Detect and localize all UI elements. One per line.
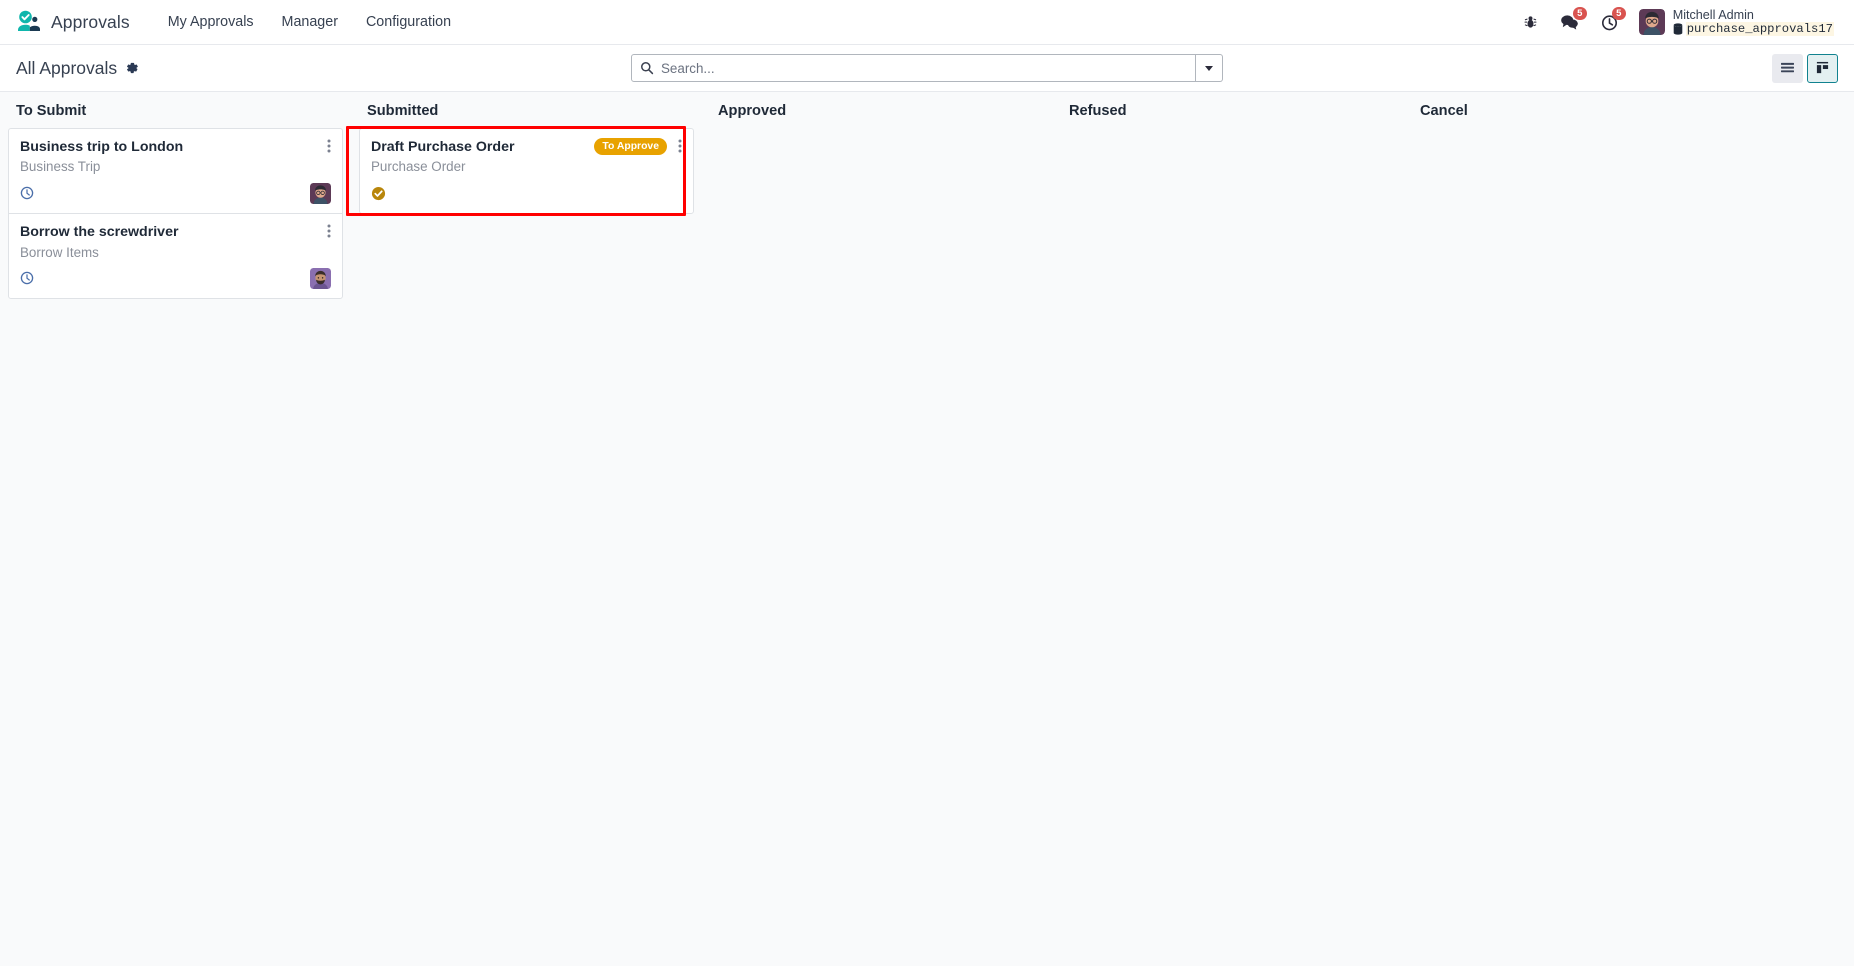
nav-item-my-approvals[interactable]: My Approvals <box>154 8 268 36</box>
view-switcher <box>1772 53 1838 83</box>
card-title: Draft Purchase Order <box>371 139 515 155</box>
database-icon <box>1673 23 1683 35</box>
column-cards-to-submit: Business trip to London Business Trip Bo… <box>8 128 343 300</box>
kanban-column-to-submit: To Submit Business trip to London Busine… <box>0 92 351 966</box>
user-avatar <box>1638 9 1665 35</box>
clock-icon[interactable] <box>20 271 34 285</box>
chevron-down-icon <box>1205 65 1213 71</box>
column-title-approved[interactable]: Approved <box>710 92 1045 128</box>
nav-item-manager[interactable]: Manager <box>268 8 352 36</box>
kanban-column-refused: Refused <box>1053 92 1404 966</box>
kebab-menu-icon[interactable] <box>675 139 682 153</box>
kanban-column-cancel: Cancel <box>1404 92 1755 966</box>
kanban-card[interactable]: Borrow the screwdriver Borrow Items <box>8 213 343 300</box>
avatar-mitchell-admin[interactable] <box>310 182 331 204</box>
search-input[interactable] <box>661 60 1187 76</box>
card-title: Borrow the screwdriver <box>20 224 179 241</box>
card-title: Business trip to London <box>20 139 184 155</box>
clock-activity-icon[interactable]: 5 <box>1590 6 1629 35</box>
kanban-card[interactable]: Business trip to London Business Trip <box>8 128 343 214</box>
kebab-menu-icon[interactable] <box>324 139 331 153</box>
column-title-submitted[interactable]: Submitted <box>359 92 694 128</box>
control-panel: All Approvals <box>0 45 1854 92</box>
navbar-menu: My Approvals Manager Configuration <box>154 8 465 36</box>
check-circle-icon[interactable] <box>371 186 386 201</box>
status-badge[interactable]: To Approve <box>594 138 667 156</box>
breadcrumb: All Approvals <box>16 58 139 79</box>
list-icon <box>1781 62 1794 72</box>
approvals-person-check-logo <box>18 10 40 31</box>
top-navbar: Approvals My Approvals Manager Configura… <box>0 0 1854 45</box>
database-name: purchase_approvals17 <box>1685 22 1834 37</box>
list-view-button[interactable] <box>1772 53 1803 83</box>
card-subtitle: Borrow Items <box>20 244 99 260</box>
kebab-menu-icon[interactable] <box>324 224 331 238</box>
navbar-systray: 5 5 Mitchell Admin purchase_approvals17 <box>1512 6 1838 39</box>
activities-count-badge: 5 <box>1611 6 1626 20</box>
column-title-cancel[interactable]: Cancel <box>1412 92 1747 128</box>
avatar-user-purple[interactable] <box>310 267 331 289</box>
card-footer <box>20 182 331 204</box>
gear-icon[interactable] <box>125 61 139 75</box>
nav-item-configuration[interactable]: Configuration <box>352 8 465 36</box>
card-footer <box>20 267 331 289</box>
bug-icon[interactable] <box>1512 11 1549 34</box>
card-subtitle: Business Trip <box>20 159 101 175</box>
kanban-column-approved: Approved <box>702 92 1053 966</box>
card-subtitle: Purchase Order <box>371 159 466 175</box>
search-dropdown-toggle[interactable] <box>1196 54 1223 82</box>
app-brand-title: Approvals <box>51 11 130 32</box>
kanban-columns: To Submit Business trip to London Busine… <box>0 92 1854 966</box>
column-title-to-submit[interactable]: To Submit <box>8 92 343 128</box>
search-icon <box>640 61 654 75</box>
kanban-view-button[interactable] <box>1807 53 1838 83</box>
column-title-refused[interactable]: Refused <box>1061 92 1396 128</box>
search-area <box>631 54 1223 82</box>
kanban-column-submitted: Submitted Draft Purchase Order To Approv… <box>346 92 702 966</box>
search-box[interactable] <box>631 54 1196 82</box>
messages-count-badge: 5 <box>1572 6 1587 20</box>
kanban-card[interactable]: Draft Purchase Order To Approve Purchase… <box>359 128 694 215</box>
user-name: Mitchell Admin <box>1672 7 1754 22</box>
user-menu[interactable]: Mitchell Admin purchase_approvals17 <box>1629 6 1838 39</box>
column-cards-submitted: Draft Purchase Order To Approve Purchase… <box>359 128 694 215</box>
card-footer <box>371 182 682 204</box>
clock-icon[interactable] <box>20 186 34 200</box>
page-title: All Approvals <box>16 57 118 78</box>
kanban-icon <box>1816 61 1829 74</box>
app-brand[interactable]: Approvals <box>10 9 136 35</box>
kanban-view: To Submit Business trip to London Busine… <box>0 92 1854 966</box>
messages-icon[interactable]: 5 <box>1549 6 1590 35</box>
